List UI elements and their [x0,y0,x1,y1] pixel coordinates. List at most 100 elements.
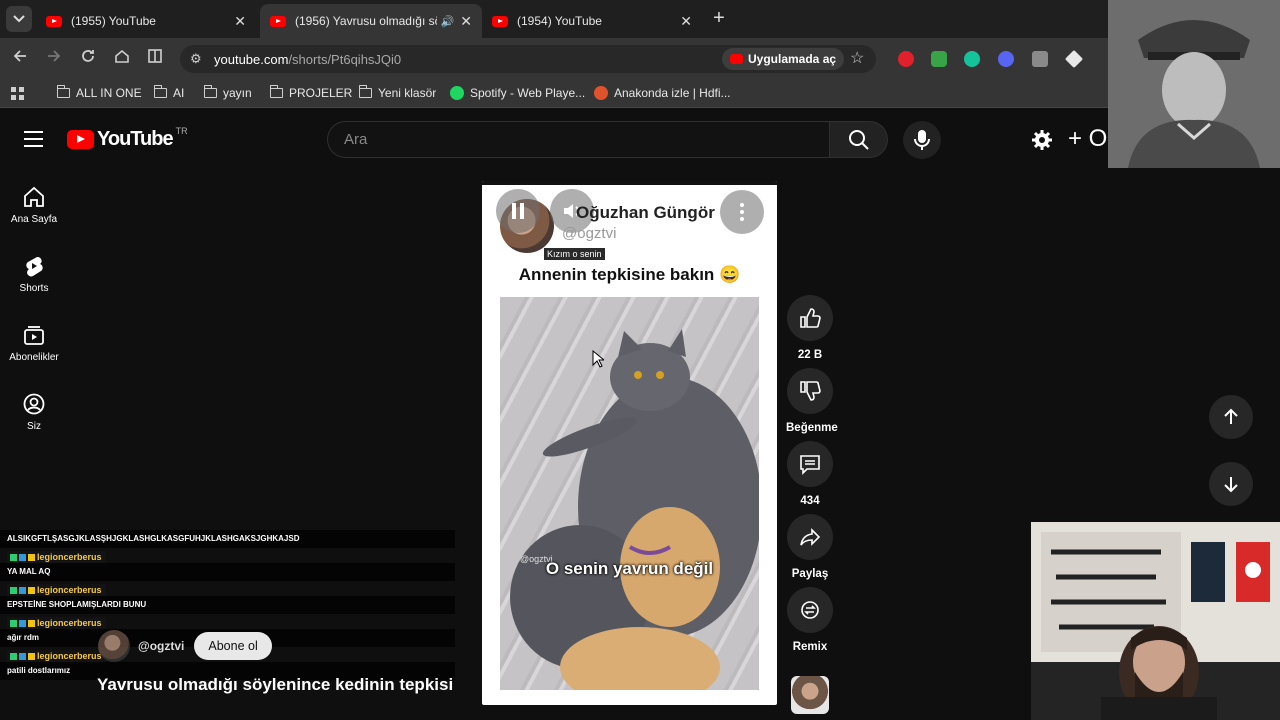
grammarly-icon[interactable] [964,51,980,67]
browser-tab-3[interactable]: (1954) YouTube ✕ [482,4,702,38]
channel-handle[interactable]: @ogztvi [138,639,184,653]
audio-playing-icon[interactable]: 🔊 [441,15,455,28]
grid-icon [11,87,24,100]
bookmark-folder[interactable]: PROJELER [269,85,353,100]
menu-button[interactable] [24,131,43,147]
tab-title: (1954) YouTube [517,14,602,28]
dislike-label: Beğenme [786,422,838,434]
youtube-favicon-icon [270,15,286,27]
chat-user-label: legioncerberus [37,585,102,595]
close-tab-icon[interactable]: ✕ [234,13,246,30]
sidebar-item-home[interactable]: Ana Sayfa [0,186,68,225]
more-options-button[interactable] [720,190,764,234]
sidebar-item-shorts[interactable]: Shorts [0,255,68,294]
like-button[interactable]: 22 B [786,295,834,361]
address-bar[interactable]: ⚙ youtube.com/shorts/Pt6qihsJQi0 Uygulam… [180,45,876,73]
shorts-icon [26,256,43,277]
like-count: 22 B [797,349,823,361]
sound-thumbnail[interactable] [791,676,829,714]
youtube-logo[interactable]: YouTube TR [67,126,188,151]
next-short-button[interactable] [1209,462,1253,506]
extension-icon[interactable] [931,51,947,67]
webcam-scene [1031,522,1280,720]
chevron-down-icon [13,15,25,23]
extension-icon[interactable] [998,51,1014,67]
sidebar-item-label: Abonelikler [9,352,59,363]
forward-button[interactable] [42,47,66,71]
bookmark-label: PROJELER [289,86,353,100]
short-title[interactable]: Yavrusu olmadığı söylenince kedinin tepk… [97,675,453,695]
browser-tab-1[interactable]: (1955) YouTube ✕ [36,4,256,38]
chat-message: YA MAL AQ [0,563,455,581]
remix-label: Remix [792,641,828,653]
sidebar-item-you[interactable]: Siz [0,393,68,432]
chat-text: YA MAL AQ [7,567,51,576]
new-tab-button[interactable]: + [708,7,730,30]
channel-name: Oğuzhan Güngör [576,203,715,222]
bookmark-label: AI [173,86,185,100]
search-icon [849,130,869,150]
search-button[interactable] [829,121,888,158]
shorts-player[interactable]: Oğuzhan Güngör @ogztvi Kızım o senin Ann… [482,181,777,705]
chat-user-label: legioncerberus [37,618,102,628]
back-button[interactable] [8,47,32,71]
cat-scene-image [510,329,759,690]
pause-button[interactable] [496,189,540,233]
sidebar-item-label: Ana Sayfa [10,214,58,225]
youtube-favicon-icon [46,15,62,27]
close-tab-icon[interactable]: ✕ [460,13,472,30]
url-text[interactable]: youtube.com/shorts/Pt6qihsJQi0 [214,52,401,67]
chat-text: ağır rdm [7,633,40,642]
remix-button[interactable]: Remix [786,587,834,653]
bookmark-link[interactable]: Spotify - Web Playe... [450,86,585,100]
portrait-overlay-image [1108,0,1280,168]
search-input[interactable]: Ara [327,121,829,158]
bookmark-folder[interactable]: AI [153,85,185,100]
arrow-right-icon [48,50,61,62]
video-overlay-text: O senin yavrun değil [545,559,714,578]
open-in-app-button[interactable]: Uygulamada aç [722,48,845,70]
close-tab-icon[interactable]: ✕ [680,13,692,30]
bookmark-label: yayın [223,86,252,100]
gear-icon[interactable] [1031,129,1053,151]
channel-avatar[interactable] [98,630,130,662]
pause-icon [511,203,525,219]
bookmark-folder[interactable]: yayın [203,85,252,100]
tab-title: (1955) YouTube [71,14,156,28]
comment-count: 434 [800,495,820,507]
chat-text: patili dostlarımız [7,666,71,675]
bookmark-link[interactable]: Anakonda izle | Hdfi... [594,86,731,100]
youtube-play-icon [67,130,94,149]
tab-search-button[interactable] [6,6,32,32]
bookmark-folder[interactable]: ALL IN ONE [56,85,142,100]
arrow-up-icon [1224,408,1238,424]
extension-icon[interactable] [898,51,914,67]
logo-text: YouTube [97,128,174,150]
remix-icon [801,601,819,619]
sidebar-item-subscriptions[interactable]: Abonelikler [0,324,68,363]
video-frame[interactable]: @ogztvi O senin yavrun değil [500,297,759,690]
comment-icon [800,455,820,475]
home-button[interactable] [110,47,134,71]
bookmarks-bar: ALL IN ONE AI yayın PROJELER Yeni klasör… [0,80,1280,108]
bookmark-folder[interactable]: Yeni klasör [358,85,436,100]
voice-search-button[interactable] [903,121,941,159]
reload-button[interactable] [76,47,100,71]
previous-short-button[interactable] [1209,395,1253,439]
chat-message: ALSIKGFTLŞASGJKLASŞHJGKLASHGLKASGFUHJKLA… [0,530,455,548]
mouse-cursor-icon [592,350,604,368]
shield-icon[interactable] [1032,51,1048,67]
split-view-button[interactable] [143,47,167,71]
sidebar-item-label: Shorts [19,283,49,294]
subscribe-button[interactable]: Abone ol [194,632,272,660]
bookmark-star-icon[interactable]: ☆ [850,48,864,68]
share-button[interactable]: Paylaş [786,514,834,580]
apps-grid-icon[interactable] [11,87,25,101]
site-settings-icon[interactable]: ⚙ [190,51,202,67]
url-path: /shorts/Pt6qihsJQi0 [288,52,402,67]
browser-tab-2[interactable]: (1956) Yavrusu olmadığı sö 🔊 ✕ [260,4,482,38]
comments-button[interactable]: 434 [786,441,834,507]
dislike-button[interactable]: Beğenme [786,368,838,434]
subscriptions-icon [24,326,44,345]
chat-user-label: legioncerberus [37,552,102,562]
